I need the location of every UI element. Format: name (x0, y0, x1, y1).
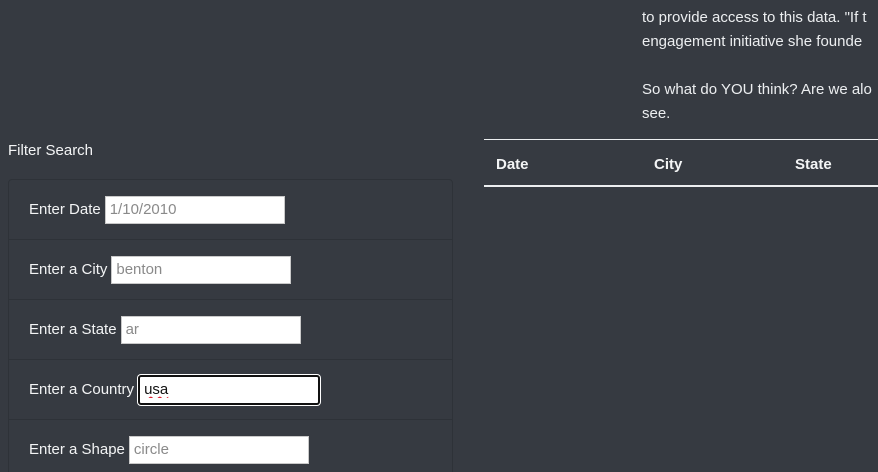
article-line: to provide access to this data. "If t (642, 9, 867, 26)
state-label: Enter a State (29, 321, 117, 338)
filter-item-shape: Enter a Shape (9, 420, 452, 472)
city-label: Enter a City (29, 261, 108, 278)
date-input[interactable] (104, 195, 285, 224)
page: to provide access to this data. "If t en… (0, 0, 878, 472)
country-label: Enter a Country (29, 381, 135, 398)
date-label: Enter Date (29, 201, 101, 218)
article-line: see. (642, 105, 671, 122)
article-line: engagement initiative she founde (642, 33, 863, 50)
filter-item-country: Enter a Country (9, 360, 452, 420)
city-input[interactable] (111, 255, 292, 284)
shape-label: Enter a Shape (29, 441, 125, 458)
state-input[interactable] (120, 315, 301, 344)
country-input[interactable] (138, 374, 321, 405)
column-header-city[interactable]: City (654, 156, 682, 173)
column-header-state[interactable]: State (795, 156, 832, 173)
table-header-row: Date City State (484, 139, 878, 187)
filter-panel: Enter Date Enter a City Enter a State En… (8, 179, 453, 472)
filter-search-title: Filter Search (8, 142, 94, 159)
filter-item-state: Enter a State (9, 300, 452, 360)
results-table: Date City State (484, 139, 878, 187)
article-line: So what do YOU think? Are we alo (642, 81, 872, 98)
filter-item-city: Enter a City (9, 240, 452, 300)
filter-item-date: Enter Date (9, 180, 452, 240)
column-header-date[interactable]: Date (496, 156, 529, 173)
shape-input[interactable] (128, 435, 309, 464)
